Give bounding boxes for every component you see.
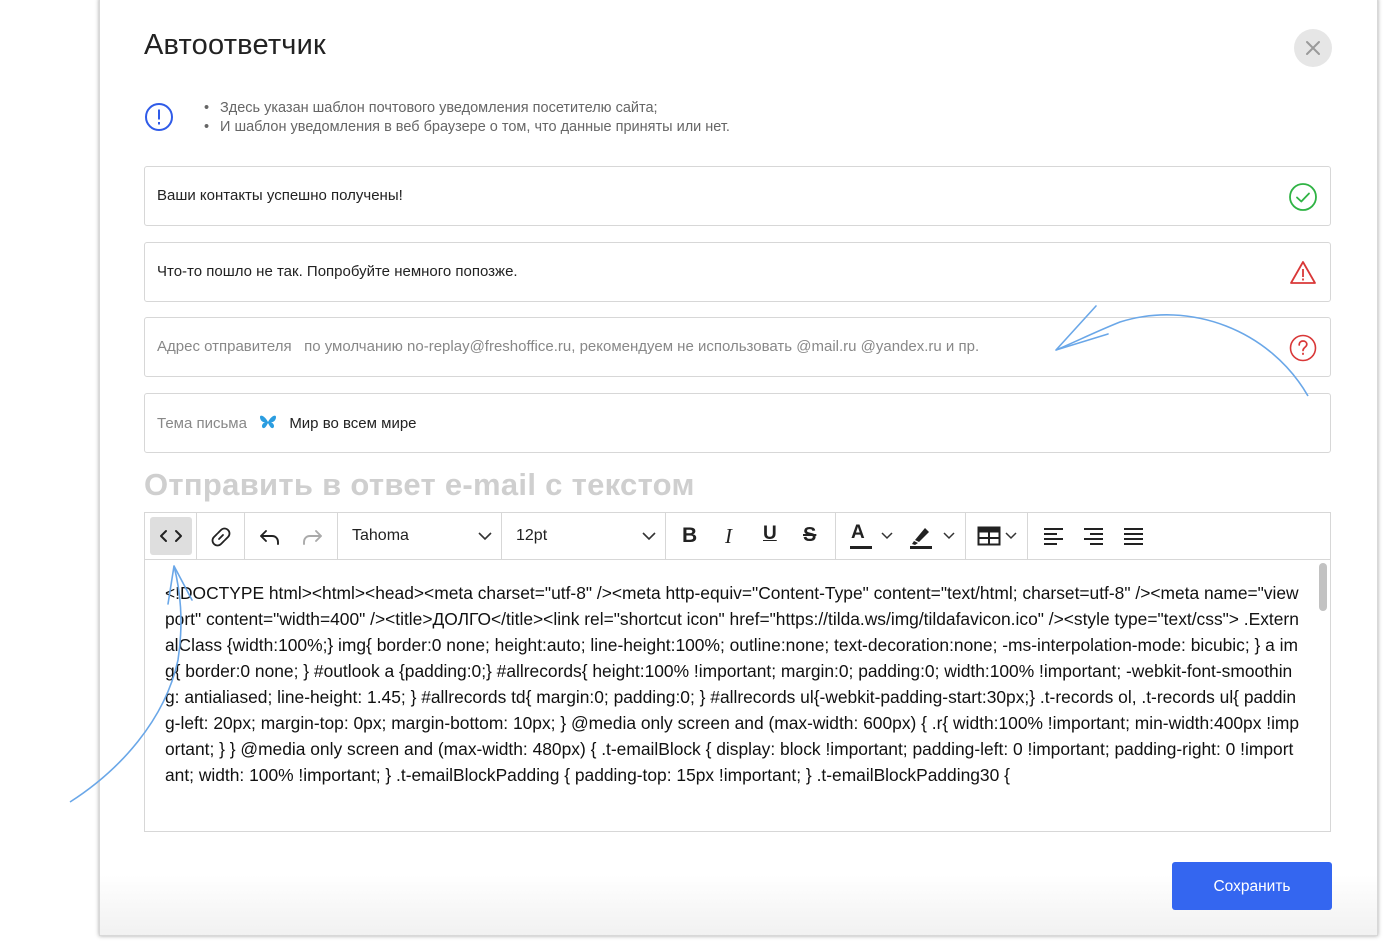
help-icon[interactable] xyxy=(1288,333,1318,363)
autoresponder-dialog: Автоответчик Здесь указан шаблон почтово… xyxy=(99,0,1378,936)
text-color-swatch xyxy=(850,546,872,549)
underline-glyph: U xyxy=(763,523,777,544)
info-item: И шаблон уведомления в веб браузере о то… xyxy=(204,118,730,137)
editor-source-text[interactable]: <!DOCTYPE html><html><head><meta charset… xyxy=(165,580,1300,788)
highlighter-icon xyxy=(910,528,932,549)
success-message-field[interactable]: Ваши контакты успешно получены! xyxy=(144,166,1331,226)
chevron-down-icon xyxy=(881,532,893,540)
align-right-button[interactable] xyxy=(1079,517,1111,555)
justify-button[interactable] xyxy=(1119,517,1151,555)
subject-label: Тема письма xyxy=(157,415,247,432)
rich-text-editor: Tahoma 12pt B I U S A <!DOCTYPE html><ht… xyxy=(144,512,1331,832)
code-icon xyxy=(160,530,182,542)
strikethrough-button[interactable]: S xyxy=(793,517,825,555)
success-message-text[interactable]: Ваши контакты успешно получены! xyxy=(157,187,403,204)
chevron-down-icon xyxy=(642,532,656,541)
font-size-value: 12pt xyxy=(516,527,548,544)
butterfly-icon xyxy=(260,415,277,429)
close-button[interactable] xyxy=(1294,29,1332,67)
toolbar-divider xyxy=(835,513,836,559)
table-button[interactable] xyxy=(973,517,1023,555)
italic-glyph: I xyxy=(725,524,732,548)
table-icon xyxy=(977,526,1001,546)
undo-button[interactable] xyxy=(253,517,285,555)
text-color-glyph: A xyxy=(851,522,865,543)
chevron-down-icon xyxy=(1005,532,1017,540)
editor-content[interactable]: <!DOCTYPE html><html><head><meta charset… xyxy=(145,560,1330,831)
align-right-icon xyxy=(1084,528,1103,545)
toolbar-divider xyxy=(1027,513,1028,559)
italic-button[interactable]: I xyxy=(713,517,745,555)
check-circle-icon xyxy=(1289,183,1317,211)
font-family-select[interactable]: Tahoma xyxy=(338,517,500,555)
email-subject-field[interactable]: Тема письма Мир во всем мире xyxy=(144,393,1331,453)
warning-triangle-icon xyxy=(1290,261,1316,284)
chevron-down-icon xyxy=(943,532,955,540)
align-left-button[interactable] xyxy=(1039,517,1071,555)
underline-button[interactable]: U xyxy=(753,517,785,555)
undo-icon xyxy=(260,530,279,545)
close-icon xyxy=(1306,41,1320,55)
save-button[interactable]: Сохранить xyxy=(1172,862,1332,910)
sender-placeholder[interactable]: по умолчанию no-replay@freshoffice.ru, р… xyxy=(304,338,979,355)
source-code-button[interactable] xyxy=(150,517,192,555)
text-color-button[interactable]: A xyxy=(843,517,901,555)
redo-button[interactable] xyxy=(295,517,327,555)
subject-value[interactable]: Мир во всем мире xyxy=(289,415,416,432)
dialog-title: Автоответчик xyxy=(144,29,326,61)
highlight-color-button[interactable] xyxy=(903,517,961,555)
sender-label: Адрес отправителя xyxy=(157,338,292,355)
error-message-text[interactable]: Что-то пошло не так. Попробуйте немного … xyxy=(157,263,518,280)
link-button[interactable] xyxy=(204,517,236,555)
sender-address-field[interactable]: Адрес отправителя по умолчанию no-replay… xyxy=(144,317,1331,377)
justify-icon xyxy=(1124,528,1143,545)
info-icon xyxy=(145,103,173,131)
chevron-down-icon xyxy=(478,532,492,541)
bold-glyph: B xyxy=(682,524,698,547)
link-icon xyxy=(211,527,231,547)
font-family-value: Tahoma xyxy=(352,527,409,544)
redo-icon xyxy=(303,530,322,545)
toolbar-divider xyxy=(965,513,966,559)
info-list: Здесь указан шаблон почтового уведомлени… xyxy=(204,99,730,137)
editor-scrollbar[interactable] xyxy=(1319,563,1327,611)
info-item: Здесь указан шаблон почтового уведомлени… xyxy=(204,99,730,118)
toolbar-divider xyxy=(665,513,666,559)
section-title: Отправить в ответ e-mail с текстом xyxy=(144,467,695,502)
toolbar-divider xyxy=(196,513,197,559)
toolbar-divider xyxy=(244,513,245,559)
bold-button[interactable]: B xyxy=(673,517,705,555)
editor-toolbar: Tahoma 12pt B I U S A xyxy=(145,513,1330,560)
strikethrough-glyph: S xyxy=(803,524,817,546)
align-left-icon xyxy=(1044,528,1063,545)
error-message-field[interactable]: Что-то пошло не так. Попробуйте немного … xyxy=(144,242,1331,302)
font-size-select[interactable]: 12pt xyxy=(502,517,664,555)
